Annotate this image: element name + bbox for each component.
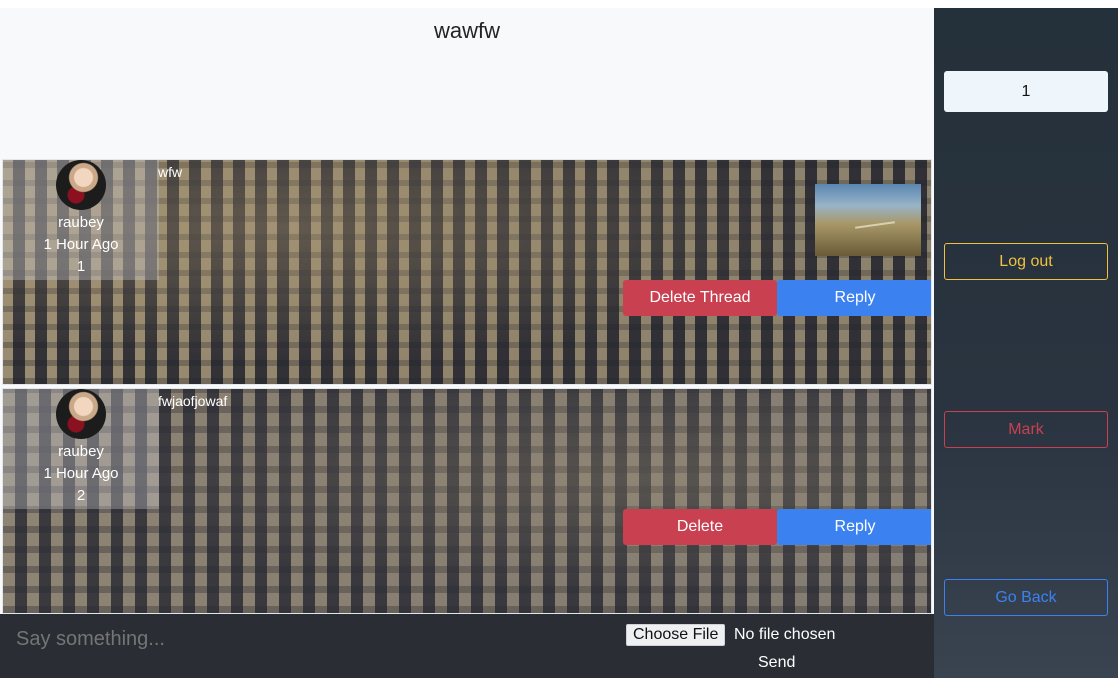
send-button[interactable]: Send xyxy=(758,654,795,672)
author-panel: raubey 1 Hour Ago 2 xyxy=(3,389,159,509)
post-card: raubey 1 Hour Ago 1 wfw Delete Thread Re… xyxy=(2,159,932,385)
mark-button[interactable]: Mark xyxy=(944,411,1108,448)
post-timestamp: 1 Hour Ago xyxy=(43,465,119,482)
reply-button[interactable]: Reply xyxy=(777,280,931,316)
delete-thread-button[interactable]: Delete Thread xyxy=(623,280,777,316)
choose-file-button[interactable]: Choose File xyxy=(626,624,726,646)
author-panel: raubey 1 Hour Ago 1 xyxy=(3,160,159,280)
go-back-button[interactable]: Go Back xyxy=(944,579,1108,616)
author-name[interactable]: raubey xyxy=(3,442,159,462)
reply-button[interactable]: Reply xyxy=(777,509,931,545)
post-attachment-image[interactable] xyxy=(815,184,921,256)
post-number: 1 xyxy=(76,258,86,275)
delete-post-button[interactable]: Delete xyxy=(623,509,777,545)
post-text: wfw xyxy=(158,164,183,180)
post-text: fwjaofjowaf xyxy=(158,393,228,409)
thread-title: wawfw xyxy=(433,18,500,43)
avatar[interactable] xyxy=(56,389,106,439)
post-card: raubey 1 Hour Ago 2 fwjaofjowaf Delete R… xyxy=(2,388,932,614)
post-timestamp: 1 Hour Ago xyxy=(43,236,119,253)
message-input[interactable] xyxy=(16,628,576,651)
thread-main: wawfw raubey 1 Hour Ago 1 wfw Delete Thr… xyxy=(0,8,934,678)
logout-button[interactable]: Log out xyxy=(944,243,1108,280)
reply-composer: Choose File No file chosen Send xyxy=(0,614,934,678)
sidebar: 1 Log out Mark Go Back xyxy=(934,8,1118,678)
avatar[interactable] xyxy=(56,160,106,210)
author-name[interactable]: raubey xyxy=(3,213,159,233)
file-status-text: No file chosen xyxy=(734,626,836,643)
post-number: 2 xyxy=(76,487,86,504)
page-counter[interactable]: 1 xyxy=(944,71,1108,112)
